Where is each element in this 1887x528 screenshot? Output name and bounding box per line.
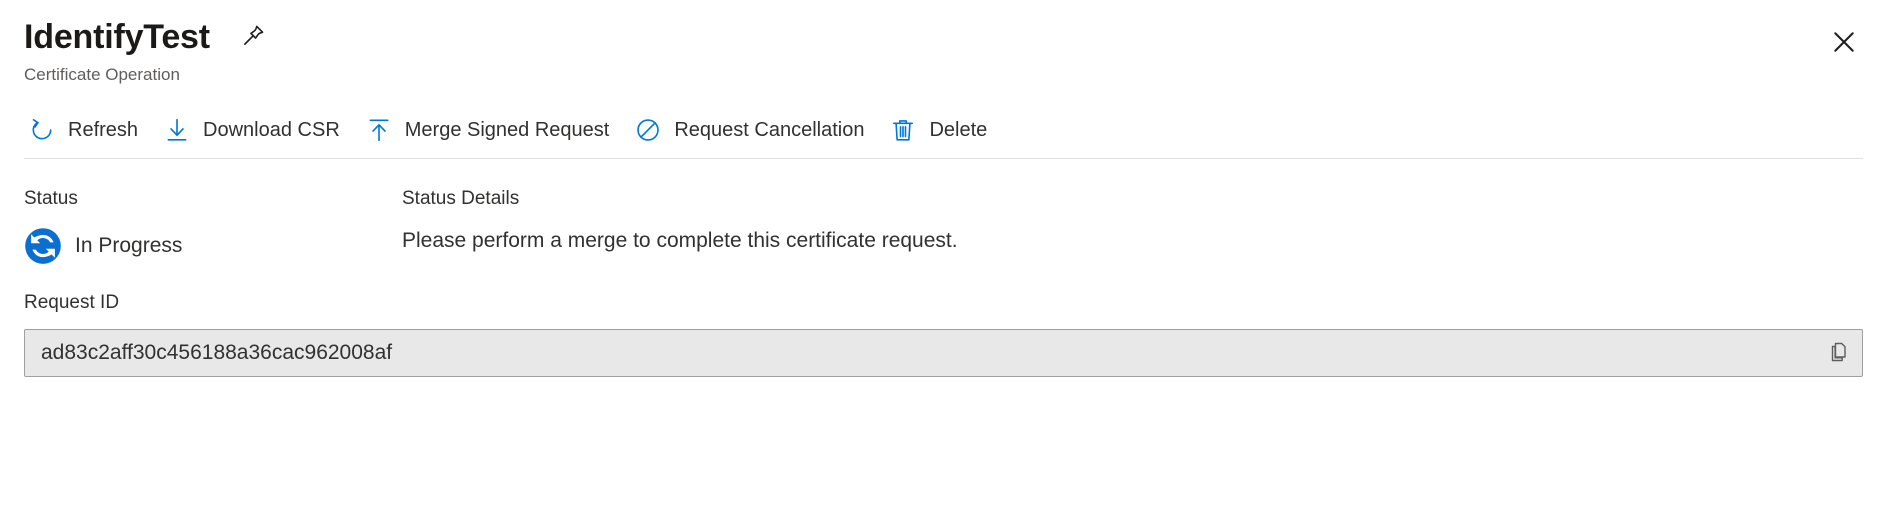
download-csr-button-label: Download CSR [203, 118, 340, 141]
blade-subtitle: Certificate Operation [24, 65, 180, 84]
request-id-block: Request ID [0, 291, 1887, 377]
download-csr-button[interactable]: Download CSR [151, 108, 353, 152]
request-cancellation-button[interactable]: Request Cancellation [622, 108, 877, 152]
command-bar: Refresh Download CSR Merge Signed Reques… [0, 106, 1887, 154]
refresh-icon [29, 117, 55, 143]
request-id-label: Request ID [24, 292, 120, 313]
request-id-field [24, 329, 1863, 377]
pin-icon [240, 23, 266, 52]
refresh-button-label: Refresh [68, 118, 139, 141]
delete-button[interactable]: Delete [877, 108, 1000, 152]
delete-button-label: Delete [929, 118, 988, 141]
copy-icon [1827, 340, 1851, 367]
pin-icon-button[interactable] [236, 20, 270, 54]
copy-to-clipboard-button[interactable] [1816, 330, 1862, 376]
status-details-label: Status Details [402, 188, 520, 209]
status-column: Status In Progress [24, 187, 402, 287]
prohibition-icon [635, 117, 661, 143]
merge-signed-request-button-label: Merge Signed Request [404, 118, 610, 141]
status-details-column: Status Details Please perform a merge to… [402, 187, 1863, 287]
page-title: IdentifyTest [24, 18, 210, 56]
blade-header: IdentifyTest Certificate Operation [0, 0, 1887, 86]
download-icon [164, 117, 190, 143]
close-button[interactable] [1823, 22, 1865, 64]
status-details-text: Please perform a merge to complete this … [402, 229, 958, 252]
status-badge: In Progress [24, 227, 402, 265]
in-progress-sync-icon [24, 227, 62, 265]
certificate-operation-blade: IdentifyTest Certificate Operation Refre… [0, 0, 1887, 528]
request-cancellation-button-label: Request Cancellation [674, 118, 865, 141]
upload-icon [366, 117, 392, 143]
refresh-button[interactable]: Refresh [16, 108, 151, 152]
request-id-input[interactable] [25, 330, 1816, 376]
trash-icon [890, 117, 916, 143]
status-label: Status [24, 188, 78, 209]
title-row: IdentifyTest [24, 16, 1863, 58]
merge-signed-request-button[interactable]: Merge Signed Request [353, 108, 623, 152]
blade-body: Status In Progress Status Details Please… [0, 159, 1887, 287]
close-icon [1829, 27, 1859, 60]
status-value-text: In Progress [75, 234, 183, 257]
